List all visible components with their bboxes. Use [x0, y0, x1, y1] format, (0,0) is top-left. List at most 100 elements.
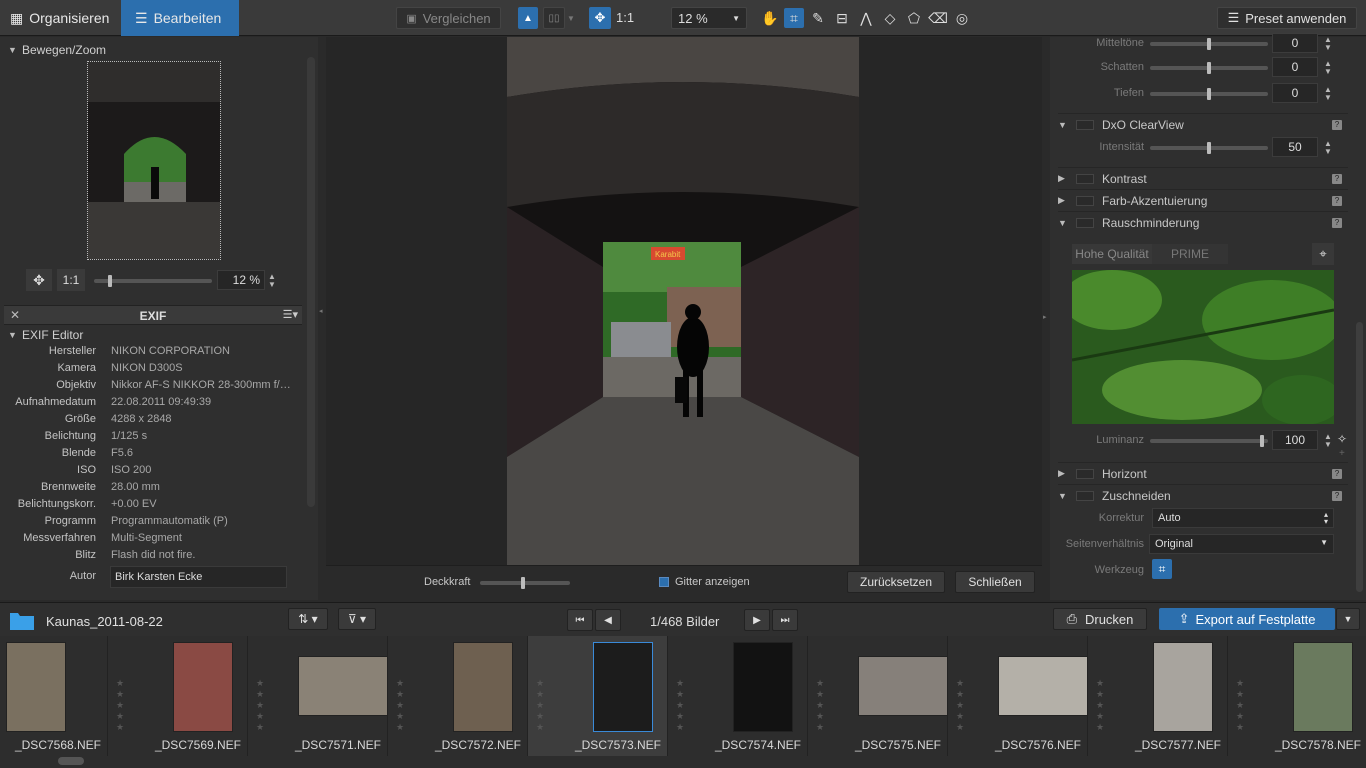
filmstrip-thumbnail[interactable]: ★ ★ ★ ★ ★ _DSC7573.NEF: [528, 636, 668, 756]
exif-value[interactable]: F5.6: [111, 447, 301, 459]
midtones-value[interactable]: 0: [1272, 33, 1318, 53]
thumbnail-image[interactable]: [6, 642, 66, 732]
export-options-button[interactable]: ▼: [1336, 608, 1360, 630]
zoom-slider[interactable]: [94, 275, 212, 287]
clearview-section[interactable]: ▼ DxO ClearView ?: [1058, 113, 1348, 135]
exif-value[interactable]: NIKON CORPORATION: [111, 345, 301, 357]
lasso-icon[interactable]: ⬠: [904, 8, 924, 28]
zoom-100-button[interactable]: 1:1: [57, 269, 85, 291]
eyedropper-icon[interactable]: ✎: [808, 8, 828, 28]
filmstrip-thumbnail[interactable]: ★ ★ ★ ★ ★ _DSC7572.NEF: [388, 636, 528, 756]
rating-stars[interactable]: ★ ★ ★ ★ ★: [256, 678, 264, 733]
zoom-stepper-icon[interactable]: ▲ ▼: [268, 273, 276, 289]
rating-stars[interactable]: ★ ★ ★ ★ ★: [956, 678, 964, 733]
crosshair-icon[interactable]: ⌖: [1312, 243, 1334, 265]
blacks-stepper-icon[interactable]: ▲ ▼: [1324, 86, 1332, 102]
fit-button[interactable]: ✥: [589, 7, 611, 29]
shadows-slider[interactable]: [1150, 62, 1268, 74]
exif-value[interactable]: +0.00 EV: [111, 498, 301, 510]
crop-icon[interactable]: ⌗: [784, 8, 804, 28]
add-icon[interactable]: +: [1339, 448, 1345, 459]
fit-to-screen-button[interactable]: ✥: [26, 269, 52, 291]
opacity-knob[interactable]: [521, 577, 525, 589]
rating-stars[interactable]: ★ ★ ★ ★ ★: [536, 678, 544, 733]
left-collapse-strip[interactable]: ◂: [318, 37, 326, 600]
export-button[interactable]: ⇪ Export auf Festplatte: [1159, 608, 1335, 630]
thumbnail-image[interactable]: [1293, 642, 1353, 732]
last-image-button[interactable]: ⏭: [772, 609, 798, 631]
filmstrip-thumbnail[interactable]: ★ ★ ★ ★ ★ _DSC7576.NEF: [948, 636, 1088, 756]
filmstrip-thumbnail[interactable]: ★ ★ ★ ★ ★ _DSC7569.NEF: [108, 636, 248, 756]
hand-icon[interactable]: ✋: [760, 8, 780, 28]
straighten-icon[interactable]: ⊟: [832, 8, 852, 28]
horizon-toggle[interactable]: [1076, 468, 1094, 479]
luminance-value[interactable]: 100: [1272, 430, 1318, 450]
navigator-preview[interactable]: [87, 61, 221, 260]
help-icon[interactable]: ?: [1332, 173, 1342, 184]
thumbnail-image[interactable]: [453, 642, 513, 732]
exif-value[interactable]: Programmautomatik (P): [111, 515, 301, 527]
exif-value[interactable]: ISO 200: [111, 464, 301, 476]
contrast-toggle[interactable]: [1076, 173, 1094, 184]
exif-value[interactable]: 28.00 mm: [111, 481, 301, 493]
filmstrip-scrollbar[interactable]: [58, 757, 84, 765]
filmstrip-thumbnail[interactable]: ★ ★ ★ ★ ★ _DSC7578.NEF: [1228, 636, 1366, 756]
help-icon[interactable]: ?: [1332, 468, 1342, 479]
contrast-section[interactable]: ▶ Kontrast ?: [1058, 167, 1348, 189]
exif-value[interactable]: NIKON D300S: [111, 362, 301, 374]
blacks-knob[interactable]: [1207, 88, 1211, 100]
eraser-icon[interactable]: ⌫: [928, 8, 948, 28]
high-quality-button[interactable]: Hohe Qualität: [1072, 244, 1152, 264]
noise-preview[interactable]: [1072, 270, 1334, 424]
zoom-select[interactable]: 12 % ▼: [671, 7, 747, 29]
left-panel-scrollbar[interactable]: [307, 57, 315, 507]
luminance-knob[interactable]: [1260, 435, 1264, 447]
next-image-button[interactable]: ▶: [744, 609, 770, 631]
correction-select[interactable]: Auto ▴ ▾: [1152, 508, 1334, 528]
clearview-toggle[interactable]: [1076, 119, 1094, 130]
thumbnail-image[interactable]: [733, 642, 793, 732]
filmstrip-thumbnail[interactable]: _DSC7568.NEF: [0, 636, 108, 756]
main-photo[interactable]: Karabit: [507, 37, 859, 565]
right-collapse-strip[interactable]: ▸: [1042, 37, 1050, 600]
noise-reduction-toggle[interactable]: [1076, 217, 1094, 228]
exif-value[interactable]: 22.08.2011 09:49:39: [111, 396, 301, 408]
view-dropdown-icon[interactable]: ▼: [567, 14, 575, 23]
apply-preset-button[interactable]: ☰ Preset anwenden: [1217, 7, 1357, 29]
filter-button[interactable]: ⊽ ▾: [338, 608, 376, 630]
crop-section[interactable]: ▼ Zuschneiden ?: [1058, 484, 1348, 506]
exif-value[interactable]: Multi-Segment: [111, 532, 301, 544]
shadows-value[interactable]: 0: [1272, 57, 1318, 77]
rating-stars[interactable]: ★ ★ ★ ★ ★: [396, 678, 404, 733]
exif-editor-header[interactable]: ▼ EXIF Editor: [8, 325, 83, 345]
thumbnail-image[interactable]: [593, 642, 653, 732]
rating-stars[interactable]: ★ ★ ★ ★ ★: [816, 678, 824, 733]
collapse-left-icon[interactable]: ◂: [319, 307, 323, 315]
tab-edit[interactable]: ☰ Bearbeiten: [121, 0, 239, 36]
aspect-select[interactable]: Original ▼: [1149, 534, 1334, 554]
first-image-button[interactable]: ⏮: [567, 609, 593, 631]
zoom-slider-knob[interactable]: [108, 275, 112, 287]
exif-value[interactable]: 1/125 s: [111, 430, 301, 442]
shadows-stepper-icon[interactable]: ▲ ▼: [1324, 60, 1332, 76]
collapse-right-icon[interactable]: ▸: [1043, 313, 1047, 321]
filmstrip-thumbnail[interactable]: ★ ★ ★ ★ ★ _DSC7574.NEF: [668, 636, 808, 756]
single-view-button[interactable]: ▲: [518, 7, 538, 29]
color-accent-toggle[interactable]: [1076, 195, 1094, 206]
perspective-icon[interactable]: ⋀: [856, 8, 876, 28]
right-panel-scrollbar[interactable]: [1356, 322, 1363, 592]
noise-reduction-section[interactable]: ▼ Rauschminderung ?: [1058, 211, 1348, 233]
midtones-stepper-icon[interactable]: ▲ ▼: [1324, 36, 1332, 52]
thumbnail-image[interactable]: [998, 656, 1088, 716]
magic-wand-icon[interactable]: ✧: [1337, 432, 1347, 446]
filmstrip-thumbnail[interactable]: ★ ★ ★ ★ ★ _DSC7577.NEF: [1088, 636, 1228, 756]
one-to-one-button[interactable]: 1:1: [616, 10, 634, 25]
thumbnail-image[interactable]: [858, 656, 948, 716]
opacity-slider[interactable]: [480, 577, 570, 589]
exif-value[interactable]: Nikkor AF-S NIKKOR 28-300mm f/…: [111, 379, 301, 391]
luminance-stepper-icon[interactable]: ▲ ▼: [1324, 433, 1332, 449]
move-zoom-header[interactable]: ▼ Bewegen/Zoom: [8, 40, 106, 60]
prime-button[interactable]: PRIME: [1152, 244, 1228, 264]
folder-name[interactable]: Kaunas_2011-08-22: [46, 614, 163, 629]
color-accent-section[interactable]: ▶ Farb-Akzentuierung ?: [1058, 189, 1348, 211]
